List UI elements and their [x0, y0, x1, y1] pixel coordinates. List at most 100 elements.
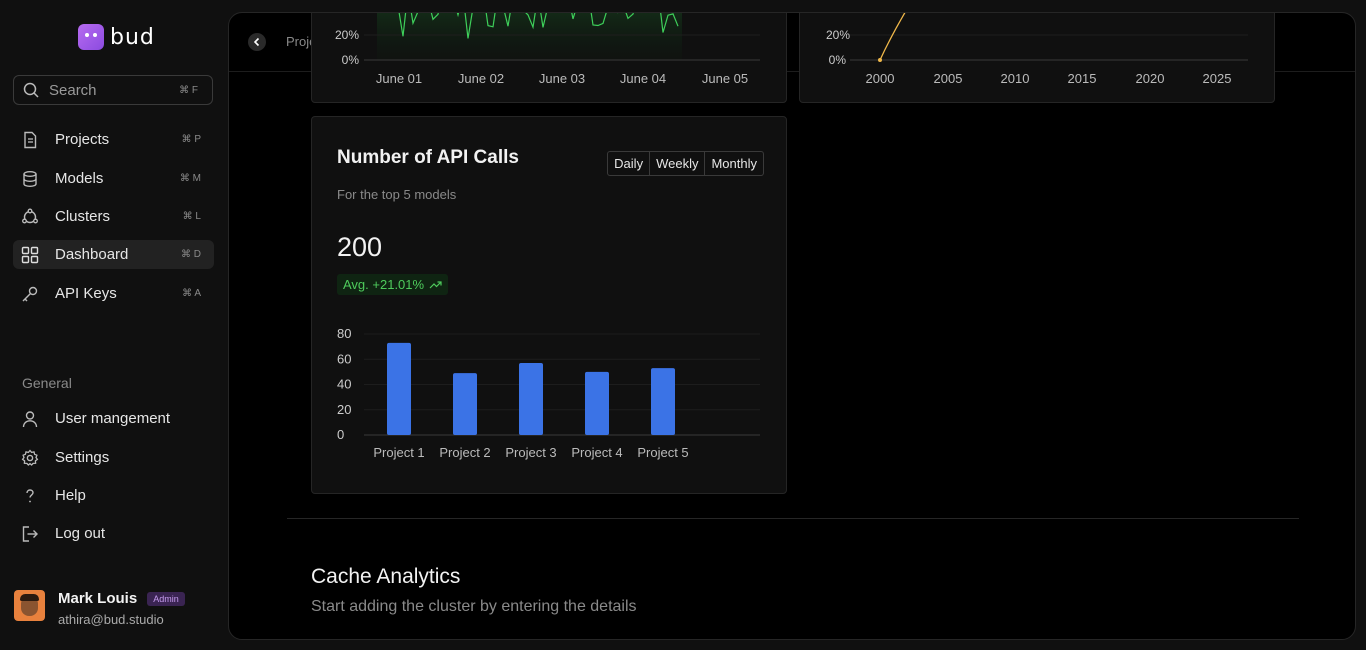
app-logo[interactable]: bud [78, 24, 155, 50]
sidebar-item-label: Clusters [55, 208, 111, 225]
general-section-title: General [22, 375, 72, 391]
x-tick-label: June 01 [376, 71, 422, 86]
bud-logo-icon [78, 24, 104, 50]
gear-icon [21, 448, 39, 466]
sidebar-item-projects[interactable]: Projects ⌘ P [13, 125, 214, 154]
sidebar-item-label: Projects [55, 131, 110, 148]
y-tick-label: 60 [337, 351, 351, 366]
y-tick-label: 0% [342, 53, 360, 67]
tab-monthly[interactable]: Monthly [705, 152, 763, 175]
cache-card [627, 639, 801, 640]
sidebar-item-label: Dashboard [55, 246, 129, 263]
search-placeholder: Search [49, 81, 97, 99]
growth-line-chart: 20% 0% 2000 2005 2010 2015 2020 2025 [826, 13, 1248, 86]
x-tick-label: Project 2 [439, 445, 490, 460]
total-calls-value: 200 [337, 232, 383, 262]
x-tick-label: 2010 [1001, 71, 1030, 86]
bar[interactable] [519, 363, 543, 435]
x-tick-label: Project 4 [571, 445, 622, 460]
sidebar-item-clusters[interactable]: Clusters ⌘ L [13, 202, 214, 231]
sidebar: bud Search ⌘ F Projects ⌘ P Models ⌘ M C… [0, 0, 228, 650]
shortcut-hint: ⌘ L [182, 211, 201, 222]
section-divider [287, 518, 1299, 519]
logo-text: bud [110, 24, 155, 50]
main-panel: Proje 20% 0% June 01 June 02 June 03 Jun… [228, 12, 1356, 640]
x-tick-label: 2005 [934, 71, 963, 86]
sidebar-item-label: Log out [55, 525, 106, 542]
sidebar-item-label: Settings [55, 449, 110, 466]
y-tick-label: 40 [337, 377, 351, 392]
x-tick-label: Project 5 [637, 445, 688, 460]
y-tick-label: 0 [337, 427, 344, 442]
document-icon [24, 131, 37, 148]
y-tick-label: 0% [829, 53, 847, 67]
x-tick-label: 2020 [1136, 71, 1165, 86]
bar[interactable] [585, 371, 609, 435]
tab-weekly[interactable]: Weekly [650, 152, 706, 175]
key-icon [22, 286, 38, 301]
cache-analytics-title: Cache Analytics [311, 565, 461, 588]
x-tick-label: 2015 [1068, 71, 1097, 86]
user-email: athira@bud.studio [58, 612, 164, 627]
role-badge: Admin [147, 591, 185, 606]
x-tick-label: 2000 [866, 71, 895, 86]
question-icon [26, 488, 34, 502]
user-profile[interactable]: Mark Louis Admin athira@bud.studio [14, 590, 185, 627]
trend-up-icon [429, 281, 442, 289]
sidebar-item-label: Help [55, 487, 86, 504]
x-tick-label: Project 3 [505, 445, 556, 460]
chevron-left-icon [253, 37, 260, 47]
shortcut-hint: ⌘ D [181, 249, 201, 260]
sidebar-item-label: User mangement [55, 410, 171, 427]
back-button[interactable] [248, 33, 266, 51]
x-tick-label: 2025 [1203, 71, 1232, 86]
sidebar-item-api-keys[interactable]: API Keys ⌘ A [13, 279, 214, 308]
bar[interactable] [651, 368, 675, 435]
user-name: Mark Louis [58, 590, 138, 607]
sidebar-item-logout[interactable]: Log out [13, 519, 214, 548]
search-icon [23, 82, 39, 98]
grid-icon [21, 246, 39, 263]
bar[interactable] [453, 373, 477, 435]
cache-analytics-subtitle: Start adding the cluster by entering the… [311, 598, 637, 615]
shortcut-hint: ⌘ M [179, 173, 201, 184]
x-tick-label: June 04 [620, 71, 666, 86]
y-tick-label: 20% [335, 28, 359, 42]
user-icon [22, 410, 38, 427]
traffic-chart-card: 20% 0% June 01 June 02 June 03 June 04 J… [311, 13, 787, 103]
sidebar-item-settings[interactable]: Settings [13, 443, 214, 472]
traffic-line-chart: 20% 0% June 01 June 02 June 03 June 04 J… [335, 13, 760, 86]
sidebar-item-dashboard[interactable]: Dashboard ⌘ D [13, 240, 214, 269]
sidebar-item-label: API Keys [55, 285, 117, 302]
sidebar-item-help[interactable]: Help [13, 481, 214, 510]
avg-change-label: Avg. +21.01% [343, 277, 425, 292]
growth-line [879, 13, 906, 61]
avatar [14, 590, 45, 621]
shortcut-hint: ⌘ A [182, 288, 201, 299]
growth-chart-card: 20% 0% 2000 2005 2010 2015 2020 2025 [799, 13, 1275, 103]
shortcut-hint: ⌘ P [181, 134, 201, 145]
sidebar-item-user-management[interactable]: User mangement [13, 404, 214, 433]
data-point [878, 58, 882, 62]
x-tick-label: June 03 [539, 71, 585, 86]
x-tick-label: June 05 [702, 71, 748, 86]
card-title: Number of API Calls [337, 147, 519, 168]
x-tick-label: June 02 [458, 71, 504, 86]
sidebar-item-label: Models [55, 170, 104, 187]
bar[interactable] [387, 342, 411, 435]
tab-daily[interactable]: Daily [608, 152, 651, 175]
sidebar-item-models[interactable]: Models ⌘ M [13, 164, 214, 193]
api-calls-bar-chart: 0 20 40 60 80 Project 1 Project 2 Project 3 Proj… [337, 326, 760, 460]
search-shortcut: ⌘ F [179, 84, 198, 96]
y-tick-label: 80 [337, 326, 351, 341]
x-tick-label: Project 1 [373, 445, 424, 460]
search-input[interactable]: Search ⌘ F [13, 75, 213, 105]
cluster-icon [22, 208, 38, 223]
period-toggle[interactable]: Daily Weekly Monthly [607, 151, 764, 176]
y-tick-label: 20% [826, 28, 850, 42]
database-icon [23, 170, 37, 187]
cache-card [311, 639, 615, 640]
logout-icon [22, 525, 38, 542]
avg-change-badge: Avg. +21.01% [337, 274, 449, 295]
card-subtitle: For the top 5 models [337, 187, 457, 202]
